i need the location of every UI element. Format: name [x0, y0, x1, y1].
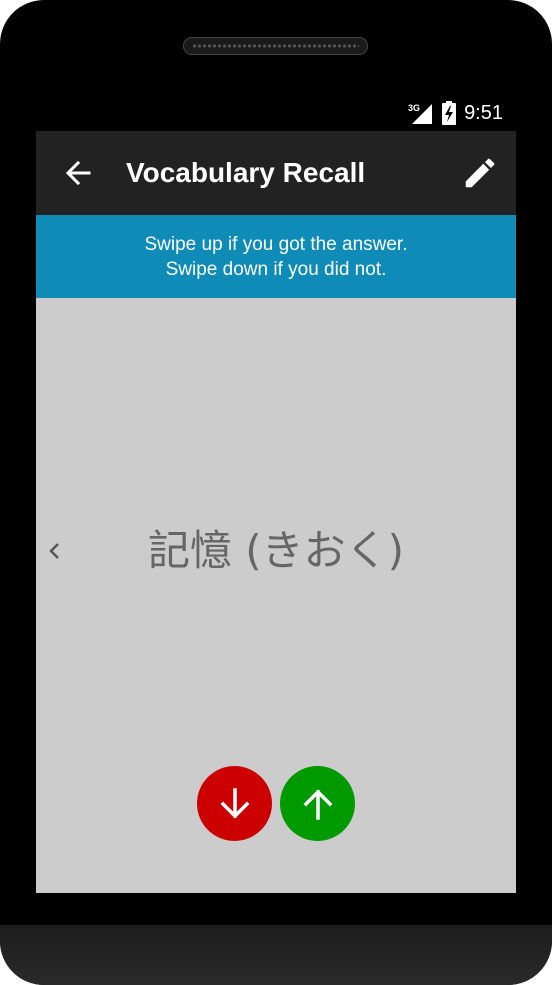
vocabulary-word: 記憶 (きおく) [147, 526, 405, 575]
arrow-down-icon [218, 787, 252, 821]
phone-frame: 3G 9:51 Vocabulary Recall Swipe up if yo… [0, 0, 552, 985]
page-title: Vocabulary Recall [126, 157, 366, 188]
status-icons: 3G 9:51 [408, 100, 503, 126]
status-bar: 3G 9:51 [36, 96, 516, 131]
edit-button[interactable] [458, 151, 502, 195]
pencil-icon [461, 154, 499, 192]
arrow-left-icon [65, 160, 91, 186]
flashcard[interactable]: 記憶 (きおく) [36, 298, 516, 893]
instruction-line-1: Swipe up if you got the answer. [144, 234, 408, 255]
back-button[interactable] [58, 153, 98, 193]
earpiece-speaker [183, 37, 368, 55]
phone-chin [0, 925, 552, 985]
network-type-label: 3G [408, 103, 420, 113]
did-not-know-button[interactable] [197, 766, 272, 841]
instruction-line-2: Swipe down if you did not. [165, 259, 387, 280]
status-time: 9:51 [464, 101, 503, 124]
speaker-grille [192, 43, 359, 49]
signal-icon: 3G [408, 102, 434, 124]
got-answer-button[interactable] [280, 766, 355, 841]
arrow-up-icon [301, 787, 335, 821]
app-toolbar: Vocabulary Recall [36, 131, 516, 215]
instruction-banner: Swipe up if you got the answer. Swipe do… [36, 215, 516, 298]
battery-charging-icon [442, 101, 457, 125]
app-screen: Vocabulary Recall Swipe up if you got th… [36, 131, 516, 893]
